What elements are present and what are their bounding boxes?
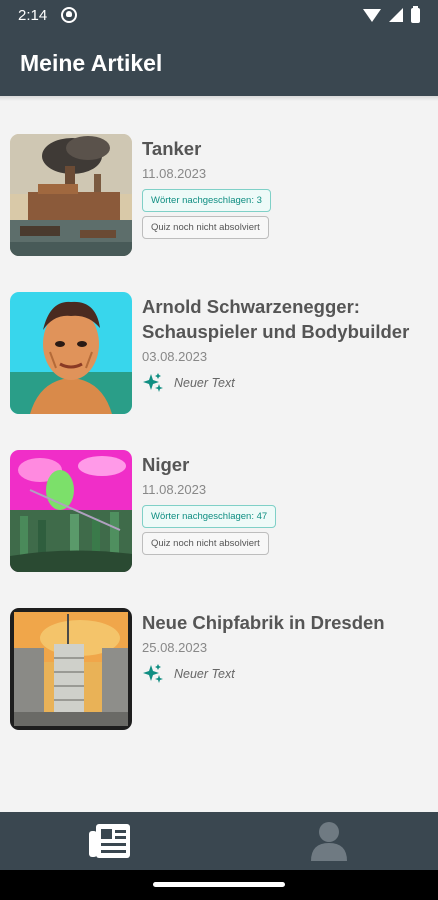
lookup-count-badge: Wörter nachgeschlagen: 47 xyxy=(142,505,277,528)
sparkle-icon xyxy=(143,664,163,683)
home-gesture-bar[interactable] xyxy=(153,882,285,887)
article-title: Arnold Schwarzenegger: Schauspieler und … xyxy=(142,296,410,342)
article-title: Neue Chipfabrik in Dresden xyxy=(142,612,385,633)
app-bar: Meine Artikel xyxy=(0,30,438,96)
wifi-icon xyxy=(363,8,381,22)
article-thumbnail xyxy=(10,450,132,572)
article-thumbnail xyxy=(10,292,132,414)
status-bar: 2:14 xyxy=(0,0,438,30)
article-thumbnail xyxy=(10,134,132,256)
article-thumbnail xyxy=(10,608,132,730)
article-card-niger[interactable]: Niger 11.08.2023 Wörter nachgeschlagen: … xyxy=(10,450,430,572)
article-date: 11.08.2023 xyxy=(142,166,207,181)
article-card-schwarzenegger[interactable]: Arnold Schwarzenegger: Schauspieler und … xyxy=(10,292,430,414)
signal-icon xyxy=(389,8,403,22)
status-icons xyxy=(363,5,420,23)
new-text-indicator: Neuer Text xyxy=(142,663,385,685)
new-text-indicator: Neuer Text xyxy=(142,372,430,394)
article-title: Niger xyxy=(142,454,190,475)
article-date: 25.08.2023 xyxy=(142,640,208,655)
new-text-label: Neuer Text xyxy=(174,376,235,390)
sparkle-icon xyxy=(143,373,163,392)
tab-articles[interactable] xyxy=(0,812,219,870)
quiz-status-badge: Quiz noch nicht absolviert xyxy=(142,216,269,239)
article-title: Tanker xyxy=(142,138,202,159)
lookup-count-badge: Wörter nachgeschlagen: 3 xyxy=(142,189,271,212)
battery-icon xyxy=(411,5,420,23)
quiz-status-badge: Quiz noch nicht absolviert xyxy=(142,532,269,555)
page-title: Meine Artikel xyxy=(20,49,163,76)
person-icon xyxy=(310,822,347,861)
article-card-chipfabrik[interactable]: Neue Chipfabrik in Dresden 25.08.2023 Ne… xyxy=(10,608,430,730)
bottom-navigation xyxy=(0,812,438,870)
tab-profile[interactable] xyxy=(219,812,438,870)
new-text-label: Neuer Text xyxy=(174,667,235,681)
app-bar-shadow xyxy=(0,96,438,101)
article-date: 11.08.2023 xyxy=(142,482,207,497)
newspaper-icon xyxy=(88,824,130,858)
app-notification-icon xyxy=(61,7,78,23)
article-card-tanker[interactable]: Tanker 11.08.2023 Wörter nachgeschlagen:… xyxy=(10,134,430,256)
article-date: 03.08.2023 xyxy=(142,349,208,364)
status-time: 2:14 xyxy=(18,6,48,24)
